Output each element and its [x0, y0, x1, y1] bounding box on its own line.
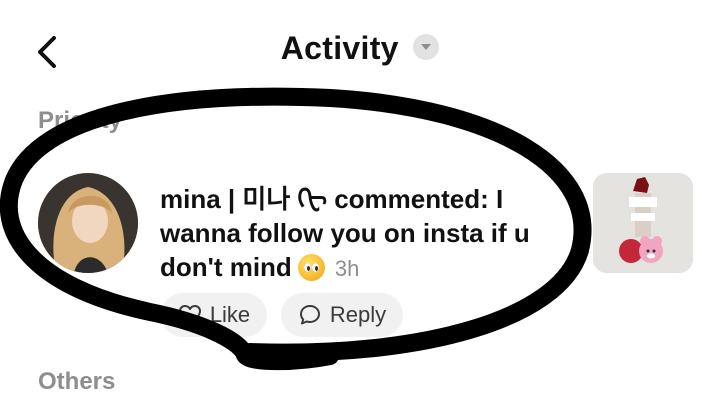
title-wrap: Activity — [0, 30, 720, 67]
avatar[interactable] — [38, 173, 138, 273]
page-title: Activity — [280, 30, 399, 66]
pleading-face-icon — [297, 254, 325, 281]
like-button[interactable]: Like — [161, 293, 267, 337]
avatar-image — [38, 173, 138, 273]
section-label-priority: Priority — [38, 107, 123, 134]
post-thumbnail-image — [593, 173, 693, 273]
section-label-others: Others — [38, 368, 116, 395]
post-thumbnail[interactable] — [593, 173, 693, 273]
reply-button[interactable]: Reply — [281, 293, 403, 337]
notification-comment[interactable]: mina | 미나 ᠬᠧ commented: I wanna follow y… — [160, 182, 580, 286]
heart-icon — [178, 305, 201, 325]
reply-label: Reply — [329, 302, 387, 327]
header: Activity — [0, 0, 720, 100]
like-label: Like — [209, 302, 251, 327]
activity-filter-dropdown[interactable] — [413, 33, 440, 60]
timestamp: 3h — [334, 256, 360, 281]
speech-bubble-icon — [299, 305, 320, 325]
chevron-down-icon — [421, 43, 432, 50]
